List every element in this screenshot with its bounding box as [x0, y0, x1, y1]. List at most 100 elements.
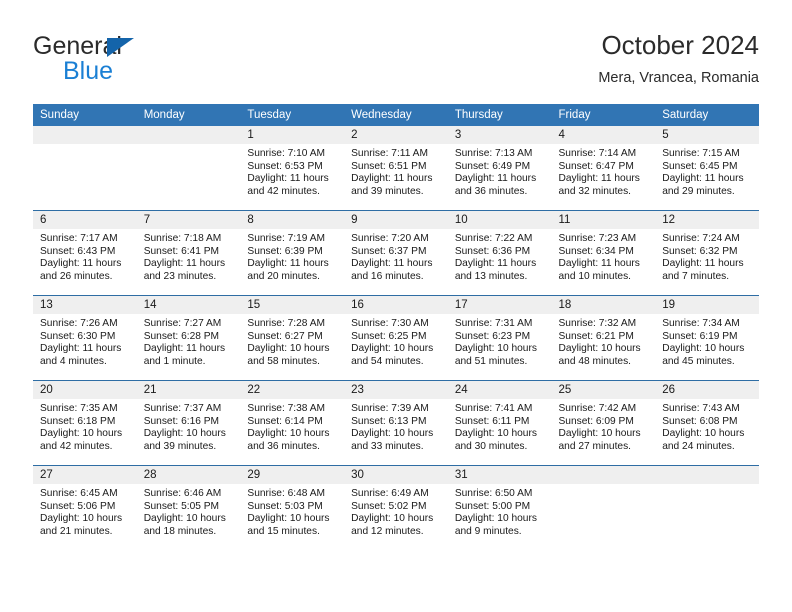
calendar-day-cell[interactable]: 20 Sunrise: 7:35 AM Sunset: 6:18 PM Dayligh… — [33, 380, 137, 466]
sunset-time: Sunset: 5:06 PM — [40, 500, 116, 512]
weekday-header-thursday: Thursday — [447, 104, 552, 126]
calendar-day-cell[interactable]: 6 Sunrise: 7:17 AM Sunset: 6:43 PM Daylight… — [33, 210, 137, 296]
daylight-duration-line1: Daylight: 10 hours — [247, 343, 330, 355]
day-number: 18 — [551, 296, 656, 314]
calendar-day-cell[interactable]: 22 Sunrise: 7:38 AM Sunset: 6:14 PM Dayligh… — [240, 380, 345, 466]
calendar-day-cell[interactable]: 12 Sunrise: 7:24 AM Sunset: 6:32 PM Dayligh… — [655, 210, 759, 296]
calendar-day-cell[interactable]: 24 Sunrise: 7:41 AM Sunset: 6:11 PM Dayligh… — [447, 380, 552, 466]
calendar-header-row: Sunday Monday Tuesday Wednesday Thursday… — [33, 104, 759, 126]
calendar-day-cell[interactable]: 1 Sunrise: 7:10 AM Sunset: 6:53 PM Daylight… — [240, 126, 345, 211]
day-cell-inner: 25 Sunrise: 7:42 AM Sunset: 6:09 PM Dayligh… — [551, 381, 656, 465]
calendar-day-cell[interactable]: 9 Sunrise: 7:20 AM Sunset: 6:37 PM Daylight… — [344, 210, 448, 296]
sunset-time: Sunset: 5:05 PM — [143, 500, 220, 512]
sunset-time: Sunset: 6:47 PM — [558, 160, 634, 172]
calendar-body: 1 Sunrise: 7:10 AM Sunset: 6:53 PM Daylight… — [33, 126, 759, 550]
calendar-day-cell[interactable]: 14 Sunrise: 7:27 AM Sunset: 6:28 PM Dayligh… — [136, 295, 241, 381]
day-number: 7 — [136, 211, 241, 229]
calendar-day-cell[interactable]: 15 Sunrise: 7:28 AM Sunset: 6:27 PM Dayligh… — [240, 295, 345, 381]
general-blue-logo[interactable]: General Blue — [33, 32, 233, 90]
calendar-day-cell[interactable]: 23 Sunrise: 7:39 AM Sunset: 6:13 PM Dayligh… — [344, 380, 448, 466]
calendar-day-cell[interactable]: 7 Sunrise: 7:18 AM Sunset: 6:41 PM Daylight… — [136, 210, 241, 296]
sunrise-time: Sunrise: 7:35 AM — [40, 403, 118, 414]
daylight-duration-line1: Daylight: 10 hours — [558, 428, 641, 440]
sunrise-time: Sunrise: 7:34 AM — [662, 318, 740, 329]
daylight-duration-line2: and 27 minutes. — [558, 440, 632, 452]
day-cell-inner: 21 Sunrise: 7:37 AM Sunset: 6:16 PM Dayligh… — [136, 381, 241, 465]
calendar-day-cell[interactable]: 4 Sunrise: 7:14 AM Sunset: 6:47 PM Daylight… — [551, 126, 656, 211]
daylight-duration-line1: Daylight: 11 hours — [351, 173, 433, 185]
sunrise-time: Sunrise: 7:22 AM — [454, 233, 533, 244]
calendar-day-cell[interactable]: 19 Sunrise: 7:34 AM Sunset: 6:19 PM Dayligh… — [655, 295, 759, 381]
day-cell-inner: 22 Sunrise: 7:38 AM Sunset: 6:14 PM Dayligh… — [240, 381, 345, 465]
calendar-day-cell[interactable]: 5 Sunrise: 7:15 AM Sunset: 6:45 PM Daylight… — [655, 126, 759, 211]
sunset-time: Sunset: 6:09 PM — [558, 415, 634, 427]
day-number: 1 — [240, 126, 345, 144]
sunrise-time: Sunrise: 7:41 AM — [454, 403, 533, 414]
day-sun-info: Sunrise: 7:20 AM Sunset: 6:37 PM Daylight:… — [344, 229, 448, 283]
daylight-duration-line1: Daylight: 11 hours — [454, 173, 537, 185]
daylight-duration-line1: Daylight: 10 hours — [247, 428, 330, 440]
calendar-day-cell[interactable]: 29 Sunrise: 6:48 AM Sunset: 5:03 PM Dayligh… — [240, 465, 345, 550]
daylight-duration-line2: and 18 minutes. — [143, 525, 217, 537]
daylight-duration-line1: Daylight: 10 hours — [143, 513, 226, 525]
calendar-day-cell[interactable]: 27 Sunrise: 6:45 AM Sunset: 5:06 PM Dayligh… — [33, 465, 137, 550]
daylight-duration-line1: Daylight: 11 hours — [247, 173, 329, 185]
daylight-duration-line1: Daylight: 10 hours — [351, 513, 434, 525]
sunrise-time: Sunrise: 7:11 AM — [351, 148, 428, 159]
daylight-duration-line2: and 4 minutes. — [40, 355, 107, 367]
day-number: 17 — [447, 296, 552, 314]
daylight-duration-line1: Daylight: 11 hours — [454, 258, 537, 270]
daylight-duration-line2: and 36 minutes. — [247, 440, 320, 452]
day-cell-inner: 18 Sunrise: 7:32 AM Sunset: 6:21 PM Dayligh… — [551, 296, 656, 380]
calendar-day-cell[interactable] — [551, 465, 656, 550]
day-sun-info: Sunrise: 7:19 AM Sunset: 6:39 PM Daylight:… — [240, 229, 344, 283]
calendar-page: General Blue October 2024 Mera, Vrancea,… — [0, 0, 792, 612]
sunrise-time: Sunrise: 7:14 AM — [558, 148, 637, 159]
day-number: 5 — [655, 126, 759, 144]
day-number: 15 — [240, 296, 345, 314]
daylight-duration-line1: Daylight: 11 hours — [662, 173, 744, 185]
sunrise-sunset-calendar: Sunday Monday Tuesday Wednesday Thursday… — [33, 104, 759, 550]
daylight-duration-line1: Daylight: 10 hours — [40, 428, 123, 440]
day-number: 14 — [136, 296, 241, 314]
sunrise-time: Sunrise: 7:38 AM — [247, 403, 325, 414]
calendar-day-cell[interactable]: 30 Sunrise: 6:49 AM Sunset: 5:02 PM Dayligh… — [344, 465, 448, 550]
sunset-time: Sunset: 6:36 PM — [454, 245, 531, 257]
calendar-day-cell[interactable] — [33, 126, 137, 211]
calendar-day-cell[interactable]: 13 Sunrise: 7:26 AM Sunset: 6:30 PM Dayligh… — [33, 295, 137, 381]
calendar-day-cell[interactable]: 2 Sunrise: 7:11 AM Sunset: 6:51 PM Daylight… — [344, 126, 448, 211]
day-cell-inner: 15 Sunrise: 7:28 AM Sunset: 6:27 PM Dayligh… — [240, 296, 345, 380]
calendar-day-cell[interactable]: 25 Sunrise: 7:42 AM Sunset: 6:09 PM Dayligh… — [551, 380, 656, 466]
day-number: 30 — [344, 466, 448, 484]
calendar-day-cell[interactable]: 16 Sunrise: 7:30 AM Sunset: 6:25 PM Dayligh… — [344, 295, 448, 381]
sunrise-time: Sunrise: 7:32 AM — [558, 318, 637, 329]
sunrise-time: Sunrise: 7:15 AM — [662, 148, 740, 159]
day-cell-inner: 4 Sunrise: 7:14 AM Sunset: 6:47 PM Daylight… — [551, 126, 656, 210]
day-cell-inner — [655, 466, 759, 550]
daylight-duration-line1: Daylight: 10 hours — [143, 428, 226, 440]
calendar-day-cell[interactable]: 10 Sunrise: 7:22 AM Sunset: 6:36 PM Dayligh… — [447, 210, 552, 296]
day-cell-inner: 12 Sunrise: 7:24 AM Sunset: 6:32 PM Dayligh… — [655, 211, 759, 295]
calendar-day-cell[interactable]: 8 Sunrise: 7:19 AM Sunset: 6:39 PM Daylight… — [240, 210, 345, 296]
calendar-day-cell[interactable] — [136, 126, 241, 211]
calendar-day-cell[interactable]: 31 Sunrise: 6:50 AM Sunset: 5:00 PM Dayligh… — [447, 465, 552, 550]
calendar-day-cell[interactable]: 18 Sunrise: 7:32 AM Sunset: 6:21 PM Dayligh… — [551, 295, 656, 381]
daylight-duration-line1: Daylight: 10 hours — [662, 343, 745, 355]
sunrise-time: Sunrise: 6:48 AM — [247, 488, 325, 499]
calendar-day-cell[interactable]: 3 Sunrise: 7:13 AM Sunset: 6:49 PM Daylight… — [447, 126, 552, 211]
day-sun-info: Sunrise: 7:14 AM Sunset: 6:47 PM Daylight:… — [552, 144, 656, 198]
daylight-duration-line2: and 9 minutes. — [454, 525, 522, 537]
calendar-day-cell[interactable]: 17 Sunrise: 7:31 AM Sunset: 6:23 PM Dayligh… — [447, 295, 552, 381]
calendar-day-cell[interactable]: 26 Sunrise: 7:43 AM Sunset: 6:08 PM Dayligh… — [655, 380, 759, 466]
calendar-day-cell[interactable]: 28 Sunrise: 6:46 AM Sunset: 5:05 PM Dayligh… — [136, 465, 241, 550]
calendar-day-cell[interactable]: 21 Sunrise: 7:37 AM Sunset: 6:16 PM Dayligh… — [136, 380, 241, 466]
day-sun-info: Sunrise: 7:11 AM Sunset: 6:51 PM Daylight:… — [344, 144, 448, 198]
day-sun-info: Sunrise: 7:26 AM Sunset: 6:30 PM Daylight:… — [33, 314, 137, 368]
calendar-day-cell[interactable] — [655, 465, 759, 550]
calendar-day-cell[interactable]: 11 Sunrise: 7:23 AM Sunset: 6:34 PM Dayligh… — [551, 210, 656, 296]
sunrise-time: Sunrise: 7:17 AM — [40, 233, 118, 244]
day-cell-inner — [33, 126, 137, 210]
sunrise-time: Sunrise: 7:18 AM — [143, 233, 222, 244]
day-number: 24 — [447, 381, 552, 399]
daylight-duration-line2: and 42 minutes. — [247, 185, 320, 197]
